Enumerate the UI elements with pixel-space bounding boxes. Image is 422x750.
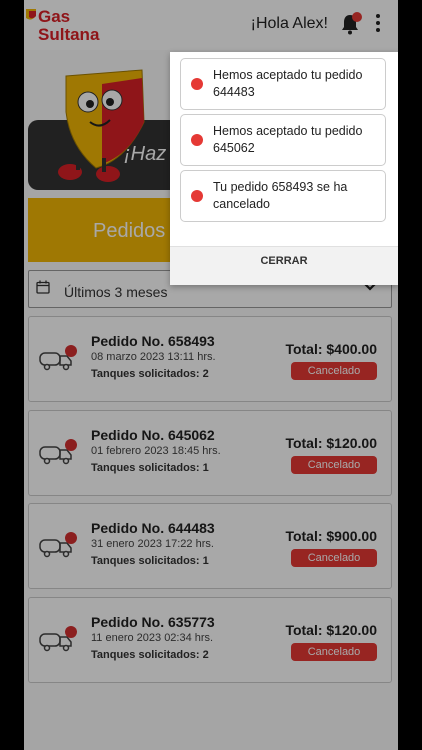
app-screen: Gas Sultana ¡Hola Alex! ¡Haz Pedidos Últ… xyxy=(24,0,398,750)
notification-text: Hemos aceptado tu pedido 644483 xyxy=(213,68,363,99)
error-x-icon xyxy=(191,190,203,202)
close-button[interactable]: CERRAR xyxy=(170,255,398,267)
error-x-icon xyxy=(191,78,203,90)
error-x-icon xyxy=(191,134,203,146)
notifications-popup: Hemos aceptado tu pedido 644483 Hemos ac… xyxy=(170,52,398,285)
notification-item[interactable]: Hemos aceptado tu pedido 644483 xyxy=(180,58,386,110)
notification-text: Hemos aceptado tu pedido 645062 xyxy=(213,124,363,155)
notification-text: Tu pedido 658493 se ha cancelado xyxy=(213,180,348,211)
notification-item[interactable]: Hemos aceptado tu pedido 645062 xyxy=(180,114,386,166)
popup-footer: CERRAR xyxy=(170,246,398,285)
notification-item[interactable]: Tu pedido 658493 se ha cancelado xyxy=(180,170,386,222)
